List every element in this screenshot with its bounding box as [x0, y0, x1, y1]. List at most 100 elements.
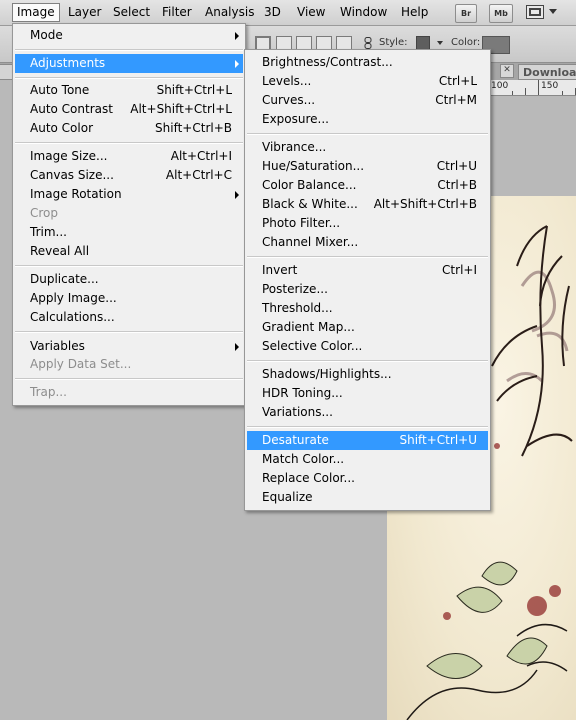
menu-item-label: Auto Color [30, 121, 94, 135]
menu-item-variations[interactable]: Variations... [247, 403, 488, 422]
menu-item-label: Apply Image... [30, 291, 117, 305]
menu-item-crop: Crop [15, 204, 243, 223]
menu-separator [15, 77, 243, 79]
menu-item-adjustments[interactable]: Adjustments [15, 54, 243, 73]
menu-item-label: Invert [262, 263, 298, 277]
menu-item-canvas-size[interactable]: Canvas Size... Alt+Ctrl+C [15, 166, 243, 185]
menu-item-shortcut: Alt+Ctrl+I [170, 149, 232, 163]
menu-item-levels[interactable]: Levels... Ctrl+L [247, 72, 488, 91]
menu-item-brightness-contrast[interactable]: Brightness/Contrast... [247, 53, 488, 72]
menu-help[interactable]: Help [396, 4, 433, 21]
menu-item-auto-contrast[interactable]: Auto Contrast Alt+Shift+Ctrl+L [15, 100, 243, 119]
ruler-label-150: 150 [541, 81, 559, 91]
menu-item-auto-tone[interactable]: Auto Tone Shift+Ctrl+L [15, 81, 243, 100]
menu-item-shortcut: Ctrl+I [442, 263, 477, 277]
menu-item-exposure[interactable]: Exposure... [247, 110, 488, 129]
arrange-documents-icon[interactable] [526, 5, 544, 19]
minibridge-button[interactable]: Mb [489, 4, 513, 23]
menu-item-photo-filter[interactable]: Photo Filter... [247, 214, 488, 233]
menu-item-label: Equalize [262, 490, 313, 504]
ruler-tick [562, 91, 563, 95]
style-label: Style: [379, 37, 408, 48]
menu-view[interactable]: View [292, 4, 330, 21]
menu-item-label: Replace Color... [262, 471, 355, 485]
menu-image[interactable]: Image [12, 3, 60, 22]
bridge-button[interactable]: Br [455, 4, 477, 23]
menu-3d[interactable]: 3D [259, 4, 286, 21]
menu-item-black-white[interactable]: Black & White... Alt+Shift+Ctrl+B [247, 195, 488, 214]
color-label: Color: [451, 37, 481, 48]
style-swatch[interactable] [416, 36, 430, 50]
menu-item-image-size[interactable]: Image Size... Alt+Ctrl+I [15, 147, 243, 166]
menu-separator [247, 360, 488, 362]
menu-item-shadows-highlights[interactable]: Shadows/Highlights... [247, 365, 488, 384]
menu-item-gradient-map[interactable]: Gradient Map... [247, 318, 488, 337]
menu-layer[interactable]: Layer [63, 4, 106, 21]
menu-item-hdr-toning[interactable]: HDR Toning... [247, 384, 488, 403]
menu-item-threshold[interactable]: Threshold... [247, 299, 488, 318]
menu-item-label: Black & White... [262, 197, 358, 211]
menu-item-mode[interactable]: Mode [15, 26, 243, 45]
ruler-tick [512, 91, 513, 95]
menu-window[interactable]: Window [335, 4, 392, 21]
menu-item-label: Channel Mixer... [262, 235, 359, 249]
menu-separator [15, 331, 243, 333]
menu-item-label: Color Balance... [262, 178, 357, 192]
close-icon[interactable]: ✕ [500, 64, 514, 78]
submenu-arrow-icon [235, 191, 239, 199]
menu-separator [15, 49, 243, 51]
submenu-arrow-icon [235, 32, 239, 40]
ruler-label-100: 100 [491, 81, 509, 91]
chevron-down-icon[interactable] [549, 9, 557, 14]
menu-item-label: Mode [30, 28, 63, 42]
menu-item-label: Adjustments [30, 56, 106, 70]
menu-item-match-color[interactable]: Match Color... [247, 450, 488, 469]
menu-item-trim[interactable]: Trim... [15, 223, 243, 242]
menu-item-invert[interactable]: Invert Ctrl+I [247, 261, 488, 280]
menu-item-label: Image Size... [30, 149, 108, 163]
menu-item-variables[interactable]: Variables [15, 337, 243, 356]
menu-item-selective-color[interactable]: Selective Color... [247, 337, 488, 356]
menu-item-label: Hue/Saturation... [262, 159, 365, 173]
menu-item-label: Match Color... [262, 452, 345, 466]
menu-item-auto-color[interactable]: Auto Color Shift+Ctrl+B [15, 119, 243, 138]
menu-filter[interactable]: Filter [157, 4, 197, 21]
menu-item-label: Desaturate [262, 433, 329, 447]
menu-item-hue-saturation[interactable]: Hue/Saturation... Ctrl+U [247, 157, 488, 176]
menu-item-replace-color[interactable]: Replace Color... [247, 469, 488, 488]
menu-item-equalize[interactable]: Equalize [247, 488, 488, 507]
menu-item-label: Duplicate... [30, 272, 99, 286]
menu-item-shortcut: Alt+Ctrl+C [165, 168, 232, 182]
menu-item-apply-image[interactable]: Apply Image... [15, 289, 243, 308]
menu-item-label: HDR Toning... [262, 386, 343, 400]
menu-item-label: Variables [30, 339, 85, 353]
menu-item-vibrance[interactable]: Vibrance... [247, 138, 488, 157]
style-dropdown-icon[interactable] [437, 41, 443, 45]
menu-item-label: Levels... [262, 74, 312, 88]
menu-select[interactable]: Select [108, 4, 155, 21]
menu-item-duplicate[interactable]: Duplicate... [15, 270, 243, 289]
menu-item-trap: Trap... [15, 383, 243, 402]
menu-item-reveal-all[interactable]: Reveal All [15, 242, 243, 261]
menu-item-color-balance[interactable]: Color Balance... Ctrl+B [247, 176, 488, 195]
menu-separator [247, 133, 488, 135]
document-tab-download[interactable]: Download [518, 64, 576, 80]
menu-item-posterize[interactable]: Posterize... [247, 280, 488, 299]
menu-item-label: Brightness/Contrast... [262, 55, 393, 69]
menu-item-calculations[interactable]: Calculations... [15, 308, 243, 327]
menu-item-shortcut: Shift+Ctrl+L [156, 83, 232, 97]
menu-item-shortcut: Ctrl+B [437, 178, 477, 192]
menu-item-channel-mixer[interactable]: Channel Mixer... [247, 233, 488, 252]
menu-item-label: Shadows/Highlights... [262, 367, 392, 381]
submenu-arrow-icon [235, 343, 239, 351]
menu-item-label: Auto Tone [30, 83, 90, 97]
menu-item-shortcut: Alt+Shift+Ctrl+B [373, 197, 477, 211]
menu-item-label: Curves... [262, 93, 316, 107]
menu-item-shortcut: Ctrl+U [436, 159, 477, 173]
menu-item-image-rotation[interactable]: Image Rotation [15, 185, 243, 204]
menu-analysis[interactable]: Analysis [200, 4, 259, 21]
submenu-arrow-icon [235, 60, 239, 68]
menu-item-curves[interactable]: Curves... Ctrl+M [247, 91, 488, 110]
menu-item-label: Crop [30, 206, 59, 220]
menu-item-desaturate[interactable]: Desaturate Shift+Ctrl+U [247, 431, 488, 450]
